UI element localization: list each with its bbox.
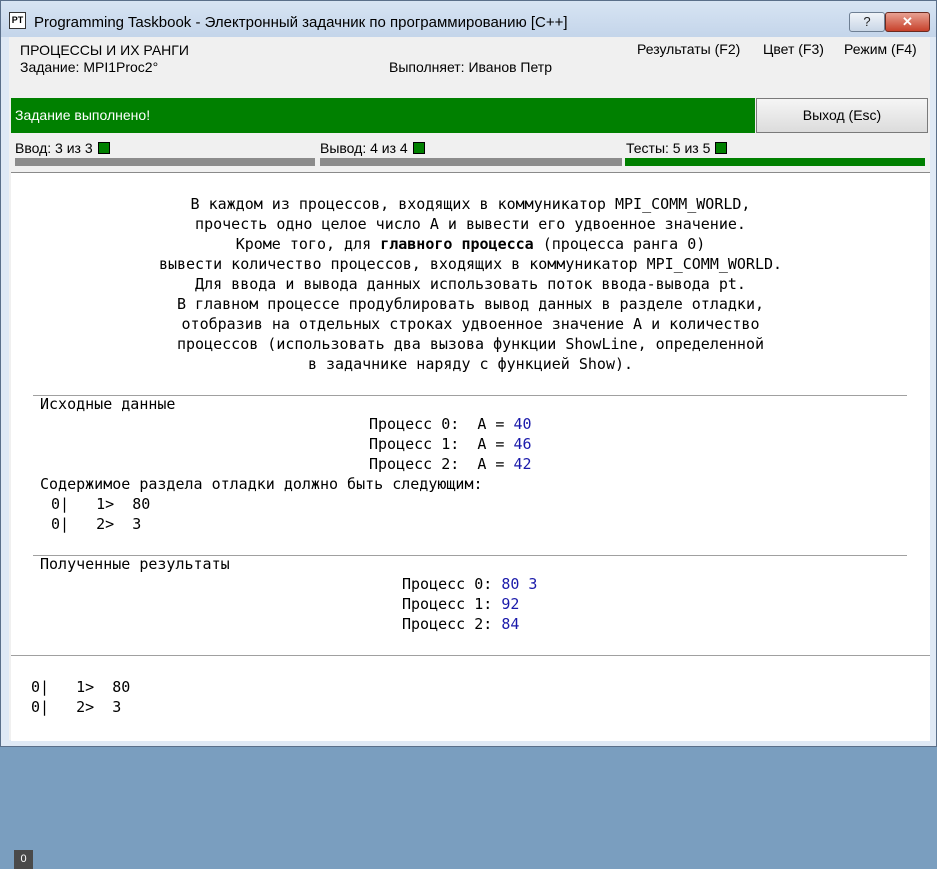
expected-debug-line: 0| 1> 80 bbox=[51, 495, 151, 513]
output-progress-bar bbox=[320, 158, 622, 166]
description-line: вывести количество процессов, входящих в… bbox=[158, 255, 783, 273]
input-row: Процесс 2: A = 42 bbox=[369, 454, 532, 474]
result-row-value: 92 bbox=[501, 595, 520, 613]
debug-output-line: 0| 2> 3 bbox=[31, 698, 122, 716]
description-text: Кроме того, для bbox=[235, 235, 381, 253]
input-section-heading: Исходные данные bbox=[40, 395, 176, 413]
input-counter-label: Ввод: 3 из 3 bbox=[15, 140, 93, 156]
performer-name: Выполняет: Иванов Петр bbox=[389, 59, 553, 75]
exit-button[interactable]: Выход (Esc) bbox=[756, 98, 928, 133]
result-row-label: Процесс 0: bbox=[402, 575, 502, 593]
result-row-label: Процесс 2: bbox=[402, 615, 502, 633]
input-row-label: Процесс 1: A = bbox=[369, 435, 514, 453]
result-row: Процесс 0: 80 3 bbox=[402, 574, 537, 594]
input-row: Процесс 0: A = 40 bbox=[369, 414, 532, 434]
result-row-value: 84 bbox=[501, 615, 520, 633]
menu-results[interactable]: Результаты (F2) bbox=[637, 41, 740, 57]
tests-progress-bar bbox=[625, 158, 925, 166]
client-area: ПРОЦЕССЫ И ИХ РАНГИ Задание: MPI1Proc2° … bbox=[9, 37, 930, 869]
task-panel: В каждом из процессов, входящих в коммун… bbox=[11, 172, 930, 869]
result-row-value: 80 3 bbox=[501, 575, 538, 593]
description-line: Для ввода и вывода данных использовать п… bbox=[195, 275, 746, 293]
task-group-title: ПРОЦЕССЫ И ИХ РАНГИ bbox=[20, 42, 189, 58]
description-line: отобразив на отдельных строках удвоенное… bbox=[181, 315, 760, 333]
help-button[interactable]: ? bbox=[849, 12, 885, 32]
description-text: (процесса ранга 0) bbox=[533, 235, 706, 253]
tests-ok-indicator bbox=[715, 142, 728, 154]
description-line: процессов (использовать два вызова функц… bbox=[177, 335, 764, 353]
app-icon: PT bbox=[9, 12, 26, 29]
debug-tab-indicator[interactable]: 0 bbox=[14, 850, 33, 869]
results-section-heading: Полученные результаты bbox=[40, 555, 230, 573]
description-bold: главного процесса bbox=[380, 235, 534, 253]
window-title: Programming Taskbook - Электронный задач… bbox=[34, 14, 568, 31]
input-row-value: 46 bbox=[513, 435, 532, 453]
result-row-label: Процесс 1: bbox=[402, 595, 502, 613]
output-counter-label: Вывод: 4 из 4 bbox=[320, 140, 408, 156]
input-row-label: Процесс 0: A = bbox=[369, 415, 514, 433]
description-line: в задачнике наряду с функцией Show). bbox=[307, 355, 634, 373]
expected-debug-heading: Содержимое раздела отладки должно быть с… bbox=[40, 475, 483, 493]
close-button[interactable]: ✕ bbox=[885, 12, 930, 32]
tests-counter: Тесты: 5 из 5 bbox=[626, 140, 728, 156]
input-row-value: 42 bbox=[513, 455, 532, 473]
menu-mode[interactable]: Режим (F4) bbox=[844, 41, 917, 57]
input-row: Процесс 1: A = 46 bbox=[369, 434, 532, 454]
input-counter: Ввод: 3 из 3 bbox=[15, 140, 110, 156]
result-row: Процесс 2: 84 bbox=[402, 614, 519, 634]
description-line: В каждом из процессов, входящих в коммун… bbox=[190, 195, 751, 213]
status-message: Задание выполнено! bbox=[11, 98, 755, 133]
input-progress-bar bbox=[15, 158, 315, 166]
result-row: Процесс 1: 92 bbox=[402, 594, 519, 614]
debug-output-line: 0| 1> 80 bbox=[31, 678, 131, 696]
task-name: Задание: MPI1Proc2° bbox=[20, 59, 159, 75]
output-ok-indicator bbox=[412, 142, 425, 154]
output-counter: Вывод: 4 из 4 bbox=[320, 140, 425, 156]
description-line: В главном процессе продублировать вывод … bbox=[177, 295, 764, 313]
description-line: прочесть одно целое число A и вывести ег… bbox=[195, 215, 746, 233]
menu-color[interactable]: Цвет (F3) bbox=[763, 41, 824, 57]
debug-section-divider bbox=[11, 655, 930, 656]
expected-debug-line: 0| 2> 3 bbox=[51, 515, 142, 533]
input-ok-indicator bbox=[97, 142, 110, 154]
input-row-value: 40 bbox=[513, 415, 532, 433]
description-line: Кроме того, для главного процесса (проце… bbox=[11, 234, 930, 254]
input-row-label: Процесс 2: A = bbox=[369, 455, 514, 473]
tests-counter-label: Тесты: 5 из 5 bbox=[626, 140, 711, 156]
title-bar[interactable]: PT Programming Taskbook - Электронный за… bbox=[1, 1, 936, 37]
app-window: PT Programming Taskbook - Электронный за… bbox=[0, 0, 937, 869]
